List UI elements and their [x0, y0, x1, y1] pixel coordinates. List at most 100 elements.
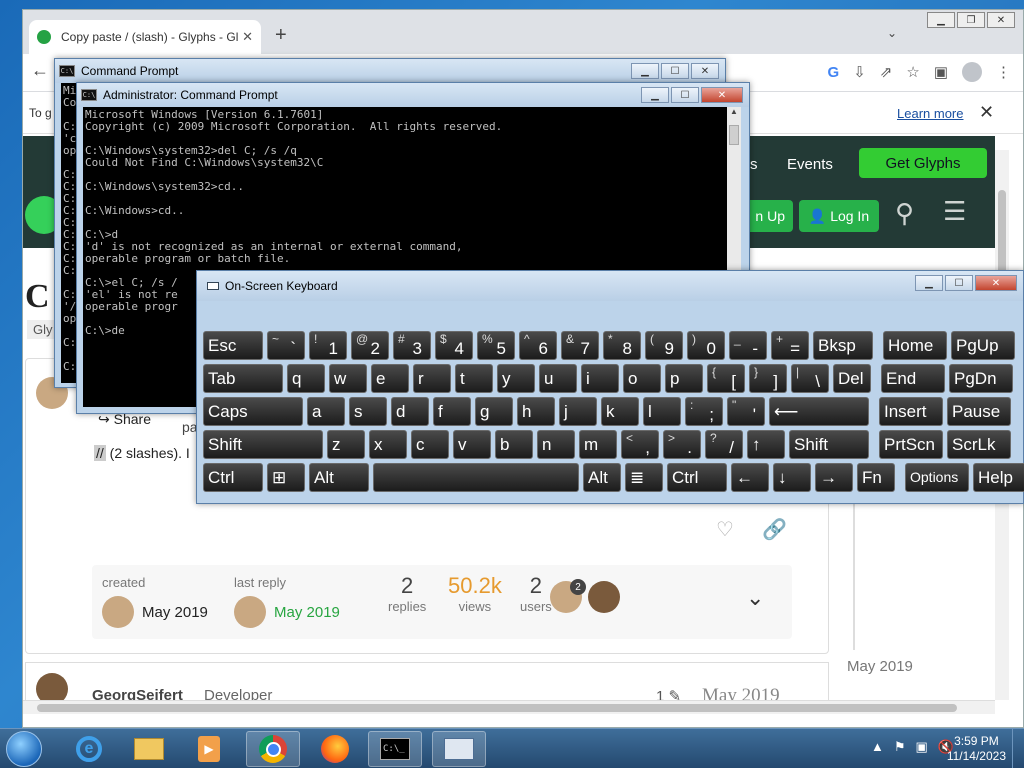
key-v[interactable]: v: [453, 430, 491, 459]
key-][interactable]: }]: [749, 364, 787, 393]
minimize-icon[interactable]: ▁: [631, 63, 659, 79]
key-5[interactable]: % 5: [477, 331, 515, 360]
key-\[interactable]: | \: [791, 364, 829, 393]
close-icon[interactable]: ✕: [987, 12, 1015, 28]
key-⊞[interactable]: ⊞: [267, 463, 305, 492]
key-k[interactable]: k: [601, 397, 639, 426]
key-4[interactable]: $4: [435, 331, 473, 360]
cmd-titlebar[interactable]: C:\ Command Prompt ▁ ☐ ✕: [55, 59, 725, 83]
avatar[interactable]: 2: [550, 579, 586, 613]
key--[interactable]: _ -: [729, 331, 767, 360]
last-reply-date[interactable]: May 2019: [274, 604, 340, 621]
key-/[interactable]: ? /: [705, 430, 743, 459]
key-prtscn[interactable]: PrtScn: [879, 430, 943, 459]
key-[[interactable]: {[: [707, 364, 745, 393]
search-icon[interactable]: ⚲: [895, 198, 914, 229]
key-scrlk[interactable]: ScrLk: [947, 430, 1011, 459]
hamburger-menu-icon[interactable]: ☰: [943, 196, 966, 227]
key-end[interactable]: End: [881, 364, 945, 393]
key-help[interactable]: Help: [973, 463, 1024, 492]
close-icon[interactable]: ✕: [691, 63, 719, 79]
share-page-icon[interactable]: ⇗: [880, 63, 893, 81]
key-pgdn[interactable]: PgDn: [949, 364, 1013, 393]
key-1[interactable]: ! 1: [309, 331, 347, 360]
chrome-menu-icon[interactable]: ⋮: [996, 63, 1011, 81]
scroll-up-icon[interactable]: ▲: [727, 107, 741, 121]
key-0[interactable]: ) 0: [687, 331, 725, 360]
key-`[interactable]: ~ `: [267, 331, 305, 360]
maximize-icon[interactable]: ☐: [661, 63, 689, 79]
key-space[interactable]: [373, 463, 579, 492]
show-desktop-button[interactable]: [1012, 729, 1024, 768]
minimize-icon[interactable]: ▁: [915, 275, 943, 291]
key-esc[interactable]: Esc: [203, 331, 263, 360]
key-y[interactable]: y: [497, 364, 535, 393]
key-shift[interactable]: Shift: [789, 430, 869, 459]
browser-tab[interactable]: Copy paste / (slash) - Glyphs - Gl ✕: [29, 20, 261, 54]
taskbar-media-player[interactable]: ▶: [182, 731, 236, 767]
key-bksp[interactable]: Bksp: [813, 331, 873, 360]
tab-close-icon[interactable]: ✕: [242, 29, 253, 45]
key-6[interactable]: ^ 6: [519, 331, 557, 360]
avatar[interactable]: [102, 596, 134, 628]
action-center-flag-icon[interactable]: ⚑: [894, 739, 906, 755]
start-button[interactable]: [6, 731, 42, 767]
key-tab[interactable]: Tab: [203, 364, 283, 393]
taskbar-file-explorer[interactable]: [122, 731, 176, 767]
avatar[interactable]: [588, 581, 620, 613]
key-h[interactable]: h: [517, 397, 555, 426]
key-b[interactable]: b: [495, 430, 533, 459]
key-7[interactable]: & 7: [561, 331, 599, 360]
key-options[interactable]: Options: [905, 463, 969, 492]
key-z[interactable]: z: [327, 430, 365, 459]
key-del[interactable]: Del: [833, 364, 871, 393]
key-alt[interactable]: Alt: [583, 463, 621, 492]
network-icon[interactable]: ▣: [916, 739, 928, 755]
key-.[interactable]: >.: [663, 430, 701, 459]
close-icon[interactable]: ✕: [975, 275, 1017, 291]
cmd-titlebar[interactable]: C:\ Administrator: Command Prompt ▁ ☐ ✕: [77, 83, 749, 107]
key-o[interactable]: o: [623, 364, 661, 393]
infobar-close-icon[interactable]: ✕: [979, 102, 994, 123]
key-=[interactable]: + =: [771, 331, 809, 360]
key-'[interactable]: " ': [727, 397, 765, 426]
back-arrow-icon[interactable]: ←: [31, 60, 49, 81]
chevron-down-icon[interactable]: ⌄: [746, 585, 764, 611]
key-caps[interactable]: Caps: [203, 397, 303, 426]
show-hidden-icons-icon[interactable]: ▲: [871, 739, 884, 755]
key-t[interactable]: t: [455, 364, 493, 393]
minimize-icon[interactable]: ▁: [641, 87, 669, 103]
key-g[interactable]: g: [475, 397, 513, 426]
new-tab-button[interactable]: +: [275, 24, 287, 47]
key-≣[interactable]: ≣: [625, 463, 663, 492]
side-panel-icon[interactable]: ▣: [934, 63, 948, 81]
install-app-icon[interactable]: ⇩: [853, 63, 866, 81]
timeline-date[interactable]: May 2019: [847, 658, 913, 675]
profile-avatar-icon[interactable]: [962, 62, 982, 82]
key-w[interactable]: w: [329, 364, 367, 393]
taskbar-chrome[interactable]: [246, 731, 300, 767]
key-e[interactable]: e: [371, 364, 409, 393]
key-i[interactable]: i: [581, 364, 619, 393]
restore-icon[interactable]: ❐: [957, 12, 985, 28]
key-←[interactable]: ←: [731, 463, 769, 492]
key-,[interactable]: <,: [621, 430, 659, 459]
taskbar-internet-explorer[interactable]: e: [62, 731, 116, 767]
key-j[interactable]: j: [559, 397, 597, 426]
key-r[interactable]: r: [413, 364, 451, 393]
get-glyphs-button[interactable]: Get Glyphs: [859, 148, 987, 178]
google-icon[interactable]: G: [828, 64, 840, 81]
taskbar-on-screen-keyboard[interactable]: [432, 731, 486, 767]
key-m[interactable]: m: [579, 430, 617, 459]
key-s[interactable]: s: [349, 397, 387, 426]
tab-search-icon[interactable]: ⌄: [887, 26, 897, 40]
log-in-button[interactable]: 👤 Log In: [799, 200, 879, 232]
key-2[interactable]: @2: [351, 331, 389, 360]
page-horizontal-scrollbar[interactable]: [23, 700, 995, 714]
key-f[interactable]: f: [433, 397, 471, 426]
bookmark-star-icon[interactable]: ☆: [906, 63, 919, 81]
scrollbar-thumb[interactable]: [37, 704, 957, 712]
learn-more-link[interactable]: Learn more: [897, 106, 963, 121]
scrollbar-thumb[interactable]: [729, 125, 739, 145]
key-3[interactable]: #3: [393, 331, 431, 360]
